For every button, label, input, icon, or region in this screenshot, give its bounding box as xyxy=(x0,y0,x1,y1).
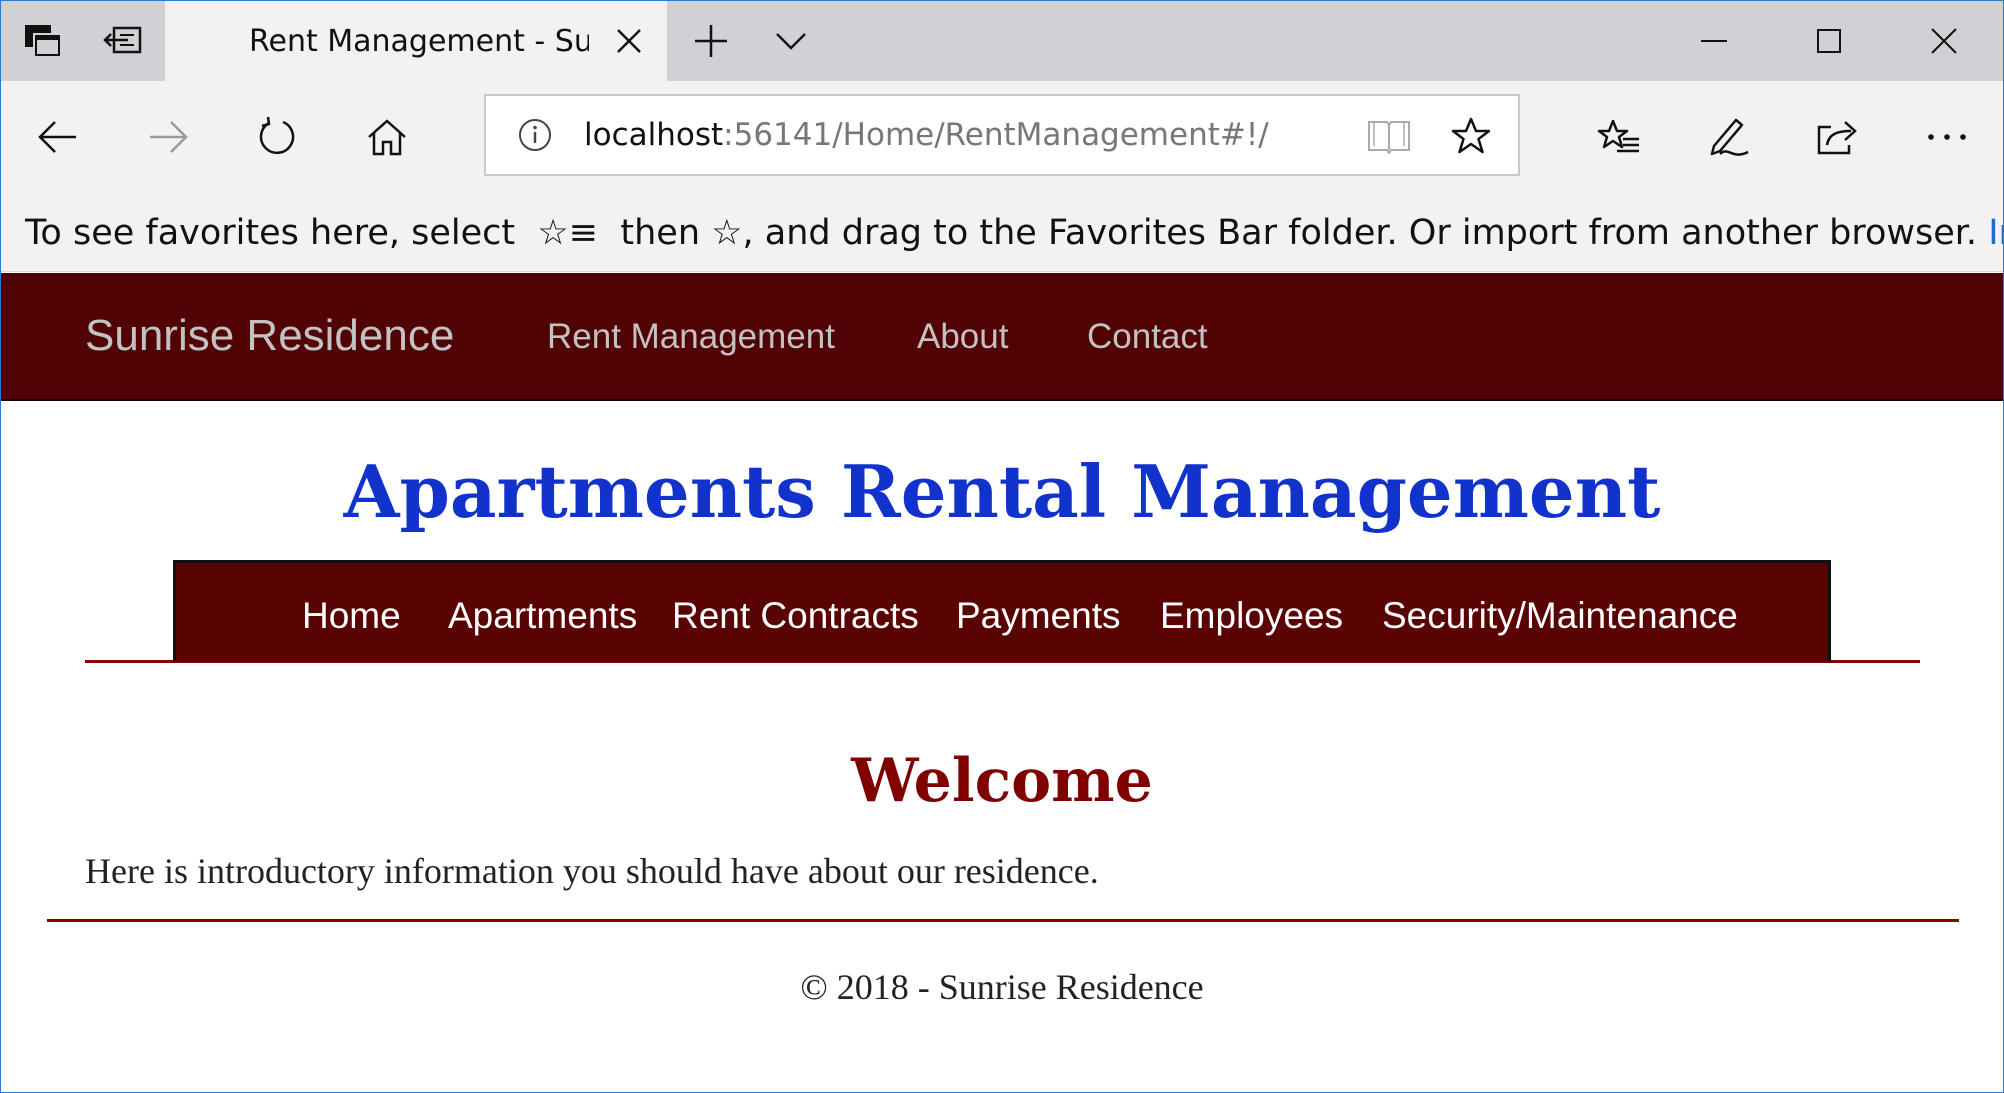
menu-item-apartments[interactable]: Apartments xyxy=(448,595,637,637)
address-bar[interactable]: localhost:56141/Home/RentManagement#!/ xyxy=(484,94,1520,176)
intro-text: Here is introductory information you sho… xyxy=(85,851,1099,891)
web-note-button[interactable] xyxy=(1698,107,1758,167)
maximize-icon xyxy=(1817,29,1841,53)
back-button[interactable] xyxy=(28,107,88,167)
pen-icon xyxy=(1710,118,1749,156)
favorites-hint-prefix: To see favorites here, select xyxy=(25,213,516,253)
url-text[interactable]: localhost:56141/Home/RentManagement#!/ xyxy=(584,114,1269,156)
close-icon xyxy=(617,29,641,53)
tab-title: Rent Management - Sunrise Residence xyxy=(249,24,589,59)
tab-close-button[interactable] xyxy=(607,19,651,63)
favorites-hint: To see favorites here, select ☆≡ then ☆,… xyxy=(25,211,2003,255)
tab-strip: Rent Management - Sunrise Residence xyxy=(1,1,2003,81)
new-tab-button[interactable] xyxy=(687,19,735,63)
site-navbar: Sunrise Residence Rent Management About … xyxy=(1,273,2003,401)
favorites-list-icon xyxy=(1597,119,1639,153)
section-menu: Home Apartments Rent Contracts Payments … xyxy=(173,560,1831,662)
nav-link-contact[interactable]: Contact xyxy=(1087,317,1208,357)
menu-item-security-maintenance[interactable]: Security/Maintenance xyxy=(1382,595,1738,637)
refresh-button[interactable] xyxy=(247,107,307,167)
forward-button[interactable] xyxy=(138,107,198,167)
minimize-button[interactable] xyxy=(1657,1,1771,81)
close-window-button[interactable] xyxy=(1887,1,2001,81)
browser-window: Rent Management - Sunrise Residence xyxy=(0,0,2004,1093)
url-path: :56141/Home/RentManagement#!/ xyxy=(723,117,1269,153)
url-host: localhost xyxy=(584,117,724,153)
page-title: Apartments Rental Management xyxy=(343,449,1661,534)
nav-link-rent-management[interactable]: Rent Management xyxy=(547,317,835,357)
welcome-heading: Welcome xyxy=(851,746,1153,816)
reading-view-button[interactable] xyxy=(1364,112,1414,160)
close-icon xyxy=(1931,28,1957,54)
more-button[interactable] xyxy=(1917,107,1977,167)
star-icon xyxy=(1451,117,1491,154)
favorites-bar: To see favorites here, select ☆≡ then ☆,… xyxy=(1,193,2003,272)
home-button[interactable] xyxy=(357,107,417,167)
home-icon xyxy=(368,119,406,156)
menu-item-rent-contracts[interactable]: Rent Contracts xyxy=(672,595,919,637)
back-arrow-icon xyxy=(38,121,76,153)
chevron-down-icon xyxy=(776,33,806,50)
refresh-icon xyxy=(259,117,295,155)
tab-list-button[interactable] xyxy=(767,19,815,63)
forward-arrow-icon xyxy=(150,121,188,153)
set-aside-tabs-button[interactable] xyxy=(83,1,163,81)
tab-preview-button[interactable] xyxy=(3,1,83,81)
address-bar-row: localhost:56141/Home/RentManagement#!/ xyxy=(1,81,2003,193)
minimize-icon xyxy=(1701,40,1727,42)
info-icon xyxy=(519,119,551,151)
add-favorite-button[interactable] xyxy=(1446,112,1496,160)
nav-link-about[interactable]: About xyxy=(917,317,1008,357)
brand-link[interactable]: Sunrise Residence xyxy=(85,311,454,361)
favorites-list-icon: ☆≡ xyxy=(537,213,599,253)
reading-view-icon xyxy=(1368,121,1410,154)
set-aside-tabs-icon xyxy=(103,26,142,54)
share-button[interactable] xyxy=(1807,107,1867,167)
favorites-hint-suffix: then ☆, and drag to the Favorites Bar fo… xyxy=(620,213,1978,253)
menu-item-payments[interactable]: Payments xyxy=(956,595,1121,637)
footer-divider xyxy=(47,919,1959,922)
menu-item-home[interactable]: Home xyxy=(302,595,401,637)
site-info-button[interactable] xyxy=(516,116,554,154)
plus-icon xyxy=(695,25,727,57)
share-icon xyxy=(1817,121,1857,155)
maximize-button[interactable] xyxy=(1772,1,1886,81)
import-favorites-link[interactable]: Import favorites xyxy=(1988,213,2003,253)
favorites-hub-button[interactable] xyxy=(1589,107,1649,167)
menu-item-employees[interactable]: Employees xyxy=(1160,595,1343,637)
footer-copyright: © 2018 - Sunrise Residence xyxy=(800,967,1204,1007)
tab-rent-management[interactable]: Rent Management - Sunrise Residence xyxy=(165,1,667,81)
tab-preview-icon xyxy=(25,25,62,58)
more-icon xyxy=(1928,134,1966,140)
